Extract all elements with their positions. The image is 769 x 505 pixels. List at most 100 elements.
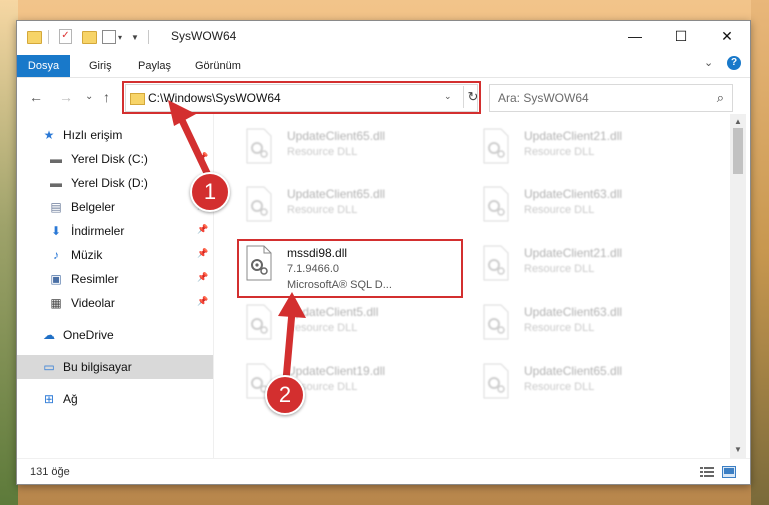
step-badge-2: 2 bbox=[265, 375, 305, 415]
file-type: Resource DLL bbox=[524, 263, 595, 275]
annotation-arrow-2 bbox=[278, 292, 306, 384]
sidebar-item-label: Yerel Disk (C:) bbox=[71, 152, 148, 166]
large-icons-view-icon[interactable] bbox=[722, 466, 736, 478]
file-item[interactable]: UpdateClient21.dll Resource DLL bbox=[476, 241, 706, 293]
help-icon[interactable]: ? bbox=[727, 56, 741, 70]
file-name: UpdateClient21.dll bbox=[524, 129, 623, 143]
minimize-button[interactable]: — bbox=[612, 21, 658, 52]
pictures-icon: ▣ bbox=[50, 272, 62, 286]
quick-access-dropdown-icon[interactable]: ▼ bbox=[131, 33, 139, 49]
network-icon: ⊞ bbox=[43, 392, 55, 406]
sidebar-item-label: İndirmeler bbox=[71, 224, 125, 238]
folder-icon bbox=[27, 31, 42, 44]
desktop-background-right bbox=[751, 0, 769, 505]
file-item[interactable]: UpdateClient65.dll Resource DLL bbox=[239, 182, 469, 234]
dll-file-icon bbox=[483, 186, 509, 222]
file-name: UpdateClient65.dll bbox=[287, 129, 386, 143]
documents-icon: ▤ bbox=[50, 200, 62, 214]
vertical-scrollbar[interactable]: ▲ ▼ bbox=[730, 114, 746, 458]
step-badge-1: 1 bbox=[190, 172, 230, 212]
new-folder-icon[interactable] bbox=[82, 31, 97, 44]
music-icon: ♪ bbox=[53, 248, 59, 262]
file-type: Resource DLL bbox=[524, 204, 595, 216]
file-item[interactable]: UpdateClient65.dll Resource DLL bbox=[476, 359, 706, 411]
file-name: UpdateClient63.dll bbox=[524, 305, 623, 319]
up-button[interactable]: ↑ bbox=[103, 89, 110, 105]
search-icon[interactable]: ⌕ bbox=[717, 90, 724, 106]
videos-icon: ▦ bbox=[50, 296, 62, 310]
sidebar-item-label: Belgeler bbox=[71, 200, 116, 214]
toolbar-divider bbox=[48, 30, 49, 44]
file-type: Resource DLL bbox=[524, 381, 595, 393]
file-name: UpdateClient65.dll bbox=[524, 364, 623, 378]
file-item[interactable]: UpdateClient63.dll Resource DLL bbox=[476, 182, 706, 234]
sidebar-item-label: Müzik bbox=[71, 248, 103, 262]
item-count: 131 öğe bbox=[30, 466, 70, 478]
status-bar: 131 öğe bbox=[17, 458, 750, 484]
sidebar-item-downloads[interactable]: ⬇ İndirmeler 📌 bbox=[17, 219, 213, 243]
file-item[interactable]: UpdateClient21.dll Resource DLL bbox=[476, 124, 706, 176]
forward-button[interactable]: → bbox=[59, 89, 73, 105]
pin-icon: 📌 bbox=[197, 272, 209, 282]
sidebar-item-label: Videolar bbox=[71, 296, 115, 310]
pin-icon: 📌 bbox=[197, 224, 209, 234]
drive-icon: ▬ bbox=[50, 152, 62, 166]
pin-icon: 📌 bbox=[197, 248, 209, 258]
file-type: Resource DLL bbox=[287, 204, 358, 216]
file-type: Resource DLL bbox=[287, 146, 358, 158]
search-box[interactable]: Ara: SysWOW64 ⌕ bbox=[489, 84, 733, 112]
pin-icon: 📌 bbox=[197, 296, 209, 306]
title-bar: ✓ ▾ ▼ SysWOW64 — ☐ ✕ bbox=[17, 21, 750, 52]
dll-file-icon bbox=[483, 363, 509, 399]
sidebar-item-label: OneDrive bbox=[63, 328, 114, 342]
sidebar-item-music[interactable]: ♪ Müzik 📌 bbox=[17, 243, 213, 267]
window-title: SysWOW64 bbox=[171, 29, 237, 43]
search-input[interactable]: Ara: SysWOW64 bbox=[498, 91, 589, 105]
ribbon-tabs: Dosya Giriş Paylaş Görünüm ⌄ ? bbox=[17, 52, 750, 107]
dll-file-icon bbox=[483, 128, 509, 164]
chevron-down-icon[interactable]: ▾ bbox=[118, 33, 122, 49]
dll-file-icon bbox=[483, 245, 509, 281]
sidebar-item-onedrive[interactable]: ☁ OneDrive bbox=[17, 323, 213, 347]
dll-file-icon bbox=[246, 128, 272, 164]
properties-check-icon[interactable]: ✓ bbox=[59, 29, 72, 44]
tab-share[interactable]: Paylaş bbox=[138, 55, 171, 77]
sidebar-item-label: Yerel Disk (D:) bbox=[71, 176, 148, 190]
dll-file-icon bbox=[483, 304, 509, 340]
drive-icon: ▬ bbox=[50, 176, 62, 190]
file-name: UpdateClient63.dll bbox=[524, 187, 623, 201]
download-icon: ⬇ bbox=[50, 224, 62, 238]
star-icon: ★ bbox=[43, 128, 55, 142]
file-name: UpdateClient21.dll bbox=[524, 246, 623, 260]
file-explorer-window: ✓ ▾ ▼ SysWOW64 — ☐ ✕ Dosya Giriş Paylaş … bbox=[16, 20, 751, 485]
file-type: Resource DLL bbox=[524, 146, 595, 158]
scroll-down-icon[interactable]: ▼ bbox=[730, 442, 746, 458]
file-item[interactable]: UpdateClient65.dll Resource DLL bbox=[239, 124, 469, 176]
sidebar-item-label: Resimler bbox=[71, 272, 119, 286]
cloud-icon: ☁ bbox=[43, 328, 55, 342]
sidebar-item-label: Bu bilgisayar bbox=[63, 360, 132, 374]
dll-file-icon bbox=[246, 186, 272, 222]
recent-locations-button[interactable]: ⌄ bbox=[85, 91, 93, 102]
tab-view[interactable]: Görünüm bbox=[195, 55, 241, 77]
customize-view-icon[interactable] bbox=[102, 30, 116, 44]
close-button[interactable]: ✕ bbox=[704, 21, 750, 52]
scrollbar-thumb[interactable] bbox=[733, 128, 743, 174]
sidebar-item-network[interactable]: ⊞ Ağ bbox=[17, 387, 213, 411]
sidebar-item-label: Hızlı erişim bbox=[63, 128, 123, 142]
sidebar-item-this-pc[interactable]: ▭ Bu bilgisayar bbox=[17, 355, 213, 379]
sidebar-item-label: Ağ bbox=[63, 392, 78, 406]
expand-ribbon-icon[interactable]: ⌄ bbox=[704, 56, 713, 69]
navigation-bar: ← → ⌄ ↑ C:\Windows\SysWOW64 ⌄ ↻ Ara: Sys… bbox=[17, 77, 750, 115]
sidebar-item-videos[interactable]: ▦ Videolar 📌 bbox=[17, 291, 213, 315]
file-name: UpdateClient65.dll bbox=[287, 187, 386, 201]
maximize-button[interactable]: ☐ bbox=[658, 21, 704, 52]
computer-icon: ▭ bbox=[43, 360, 55, 374]
sidebar-item-pictures[interactable]: ▣ Resimler 📌 bbox=[17, 267, 213, 291]
back-button[interactable]: ← bbox=[29, 89, 43, 105]
file-type: Resource DLL bbox=[524, 322, 595, 334]
title-divider bbox=[148, 30, 149, 44]
file-item[interactable]: UpdateClient63.dll Resource DLL bbox=[476, 300, 706, 352]
details-view-icon[interactable] bbox=[700, 466, 714, 478]
tab-home[interactable]: Giriş bbox=[89, 55, 112, 77]
